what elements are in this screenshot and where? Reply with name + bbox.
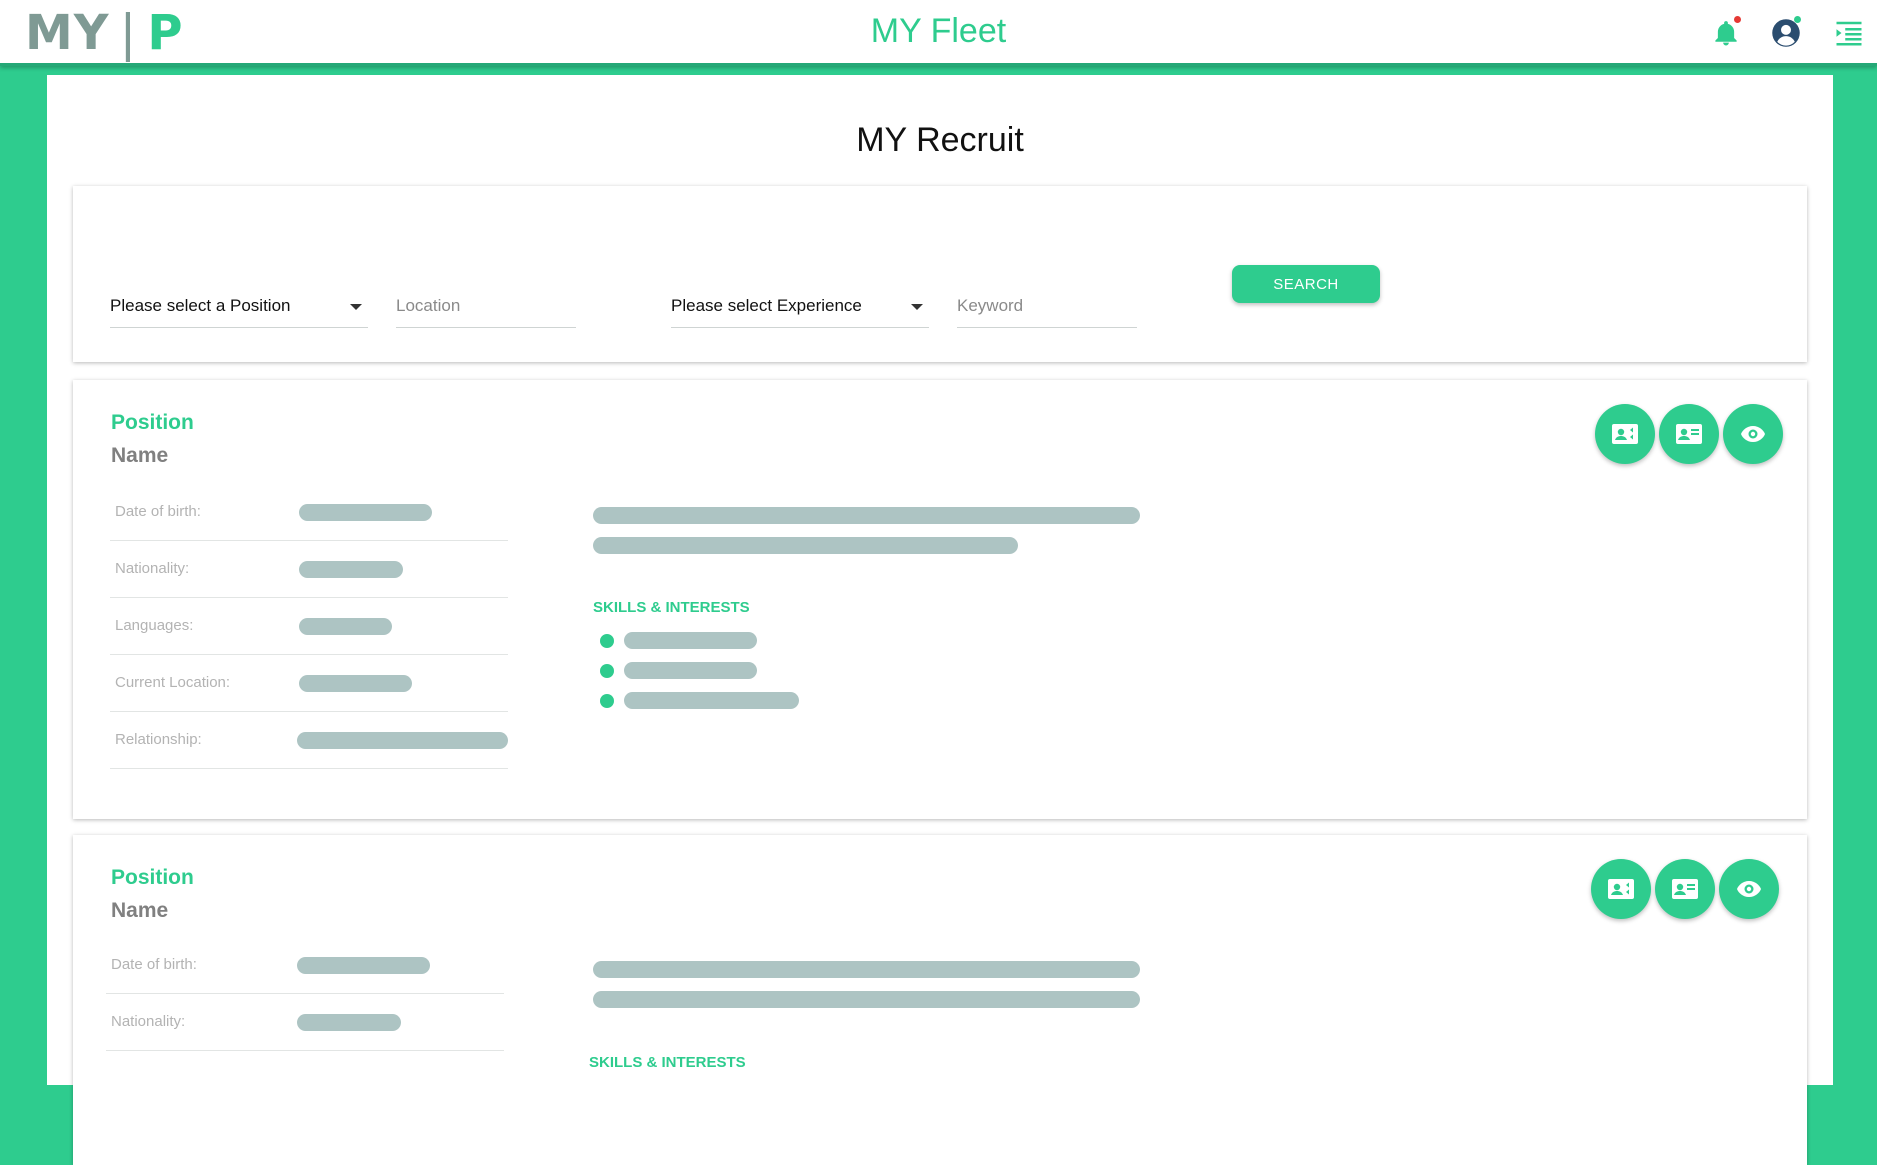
eye-icon	[1741, 426, 1765, 442]
candidate-name: Name	[111, 444, 169, 467]
candidate-card: Position Name Date of birth: Nationality…	[73, 835, 1807, 1165]
placeholder-bar	[593, 507, 1140, 524]
contact-card-icon	[1608, 879, 1634, 899]
detail-row: Nationality:	[106, 994, 504, 1051]
candidate-details: Date of birth: Nationality: Languages: C…	[110, 484, 508, 769]
placeholder-bar	[624, 662, 757, 679]
candidate-position: Position	[111, 866, 194, 889]
placeholder-bar	[297, 957, 430, 974]
app-title: MY Fleet	[870, 12, 1007, 50]
top-bar: MY | P MY Fleet	[0, 0, 1877, 66]
check-icon	[600, 664, 614, 678]
contact-card-icon	[1612, 424, 1638, 444]
keyword-input[interactable]: Keyword	[957, 289, 1137, 328]
id-card-button[interactable]	[1659, 404, 1719, 464]
id-card-button[interactable]	[1655, 859, 1715, 919]
id-card-icon	[1672, 879, 1698, 899]
placeholder-bar	[593, 991, 1140, 1008]
eye-icon	[1737, 881, 1761, 897]
placeholder-bar	[299, 561, 403, 578]
location-input[interactable]: Location	[396, 289, 576, 328]
candidate-details: Date of birth: Nationality:	[106, 937, 504, 1051]
candidate-actions	[1591, 859, 1779, 919]
view-button[interactable]	[1719, 859, 1779, 919]
candidate-name: Name	[111, 899, 169, 922]
chevron-down-icon	[911, 304, 923, 310]
contact-card-button[interactable]	[1595, 404, 1655, 464]
skills-title: SKILLS & INTERESTS	[589, 1054, 746, 1071]
detail-row: Relationship:	[110, 712, 508, 769]
placeholder-bar	[297, 1014, 401, 1031]
placeholder-bar	[624, 692, 799, 709]
skills-title: SKILLS & INTERESTS	[593, 599, 750, 616]
view-button[interactable]	[1723, 404, 1783, 464]
contact-card-button[interactable]	[1591, 859, 1651, 919]
position-select[interactable]: Please select a Position	[110, 289, 368, 328]
search-button[interactable]: SEARCH	[1232, 265, 1380, 303]
placeholder-bar	[593, 961, 1140, 978]
search-panel: Please select a Position Location Please…	[73, 186, 1807, 362]
detail-row: Current Location:	[110, 655, 508, 712]
placeholder-bar	[299, 504, 432, 521]
online-dot	[1794, 16, 1801, 23]
page-title: MY Recruit	[856, 121, 1024, 159]
placeholder-bar	[297, 732, 508, 749]
placeholder-bar	[299, 675, 412, 692]
detail-row: Nationality:	[110, 541, 508, 598]
placeholder-bar	[624, 632, 757, 649]
placeholder-bar	[593, 537, 1018, 554]
detail-row: Date of birth:	[106, 937, 504, 994]
detail-row: Date of birth:	[110, 484, 508, 541]
placeholder-bar	[299, 618, 392, 635]
user-icon[interactable]	[1771, 16, 1801, 48]
candidate-position: Position	[111, 411, 194, 434]
experience-select[interactable]: Please select Experience	[671, 289, 929, 328]
notification-dot	[1734, 16, 1741, 23]
candidate-card: Position Name Date of birth: Nationality…	[73, 380, 1807, 819]
menu-icon[interactable]	[1834, 18, 1864, 48]
main-content: MY Recruit Please select a Position Loca…	[47, 75, 1833, 1165]
check-icon	[600, 694, 614, 708]
chevron-down-icon	[350, 304, 362, 310]
candidate-actions	[1595, 404, 1783, 464]
bell-icon[interactable]	[1711, 16, 1741, 48]
id-card-icon	[1676, 424, 1702, 444]
check-icon	[600, 634, 614, 648]
detail-row: Languages:	[110, 598, 508, 655]
